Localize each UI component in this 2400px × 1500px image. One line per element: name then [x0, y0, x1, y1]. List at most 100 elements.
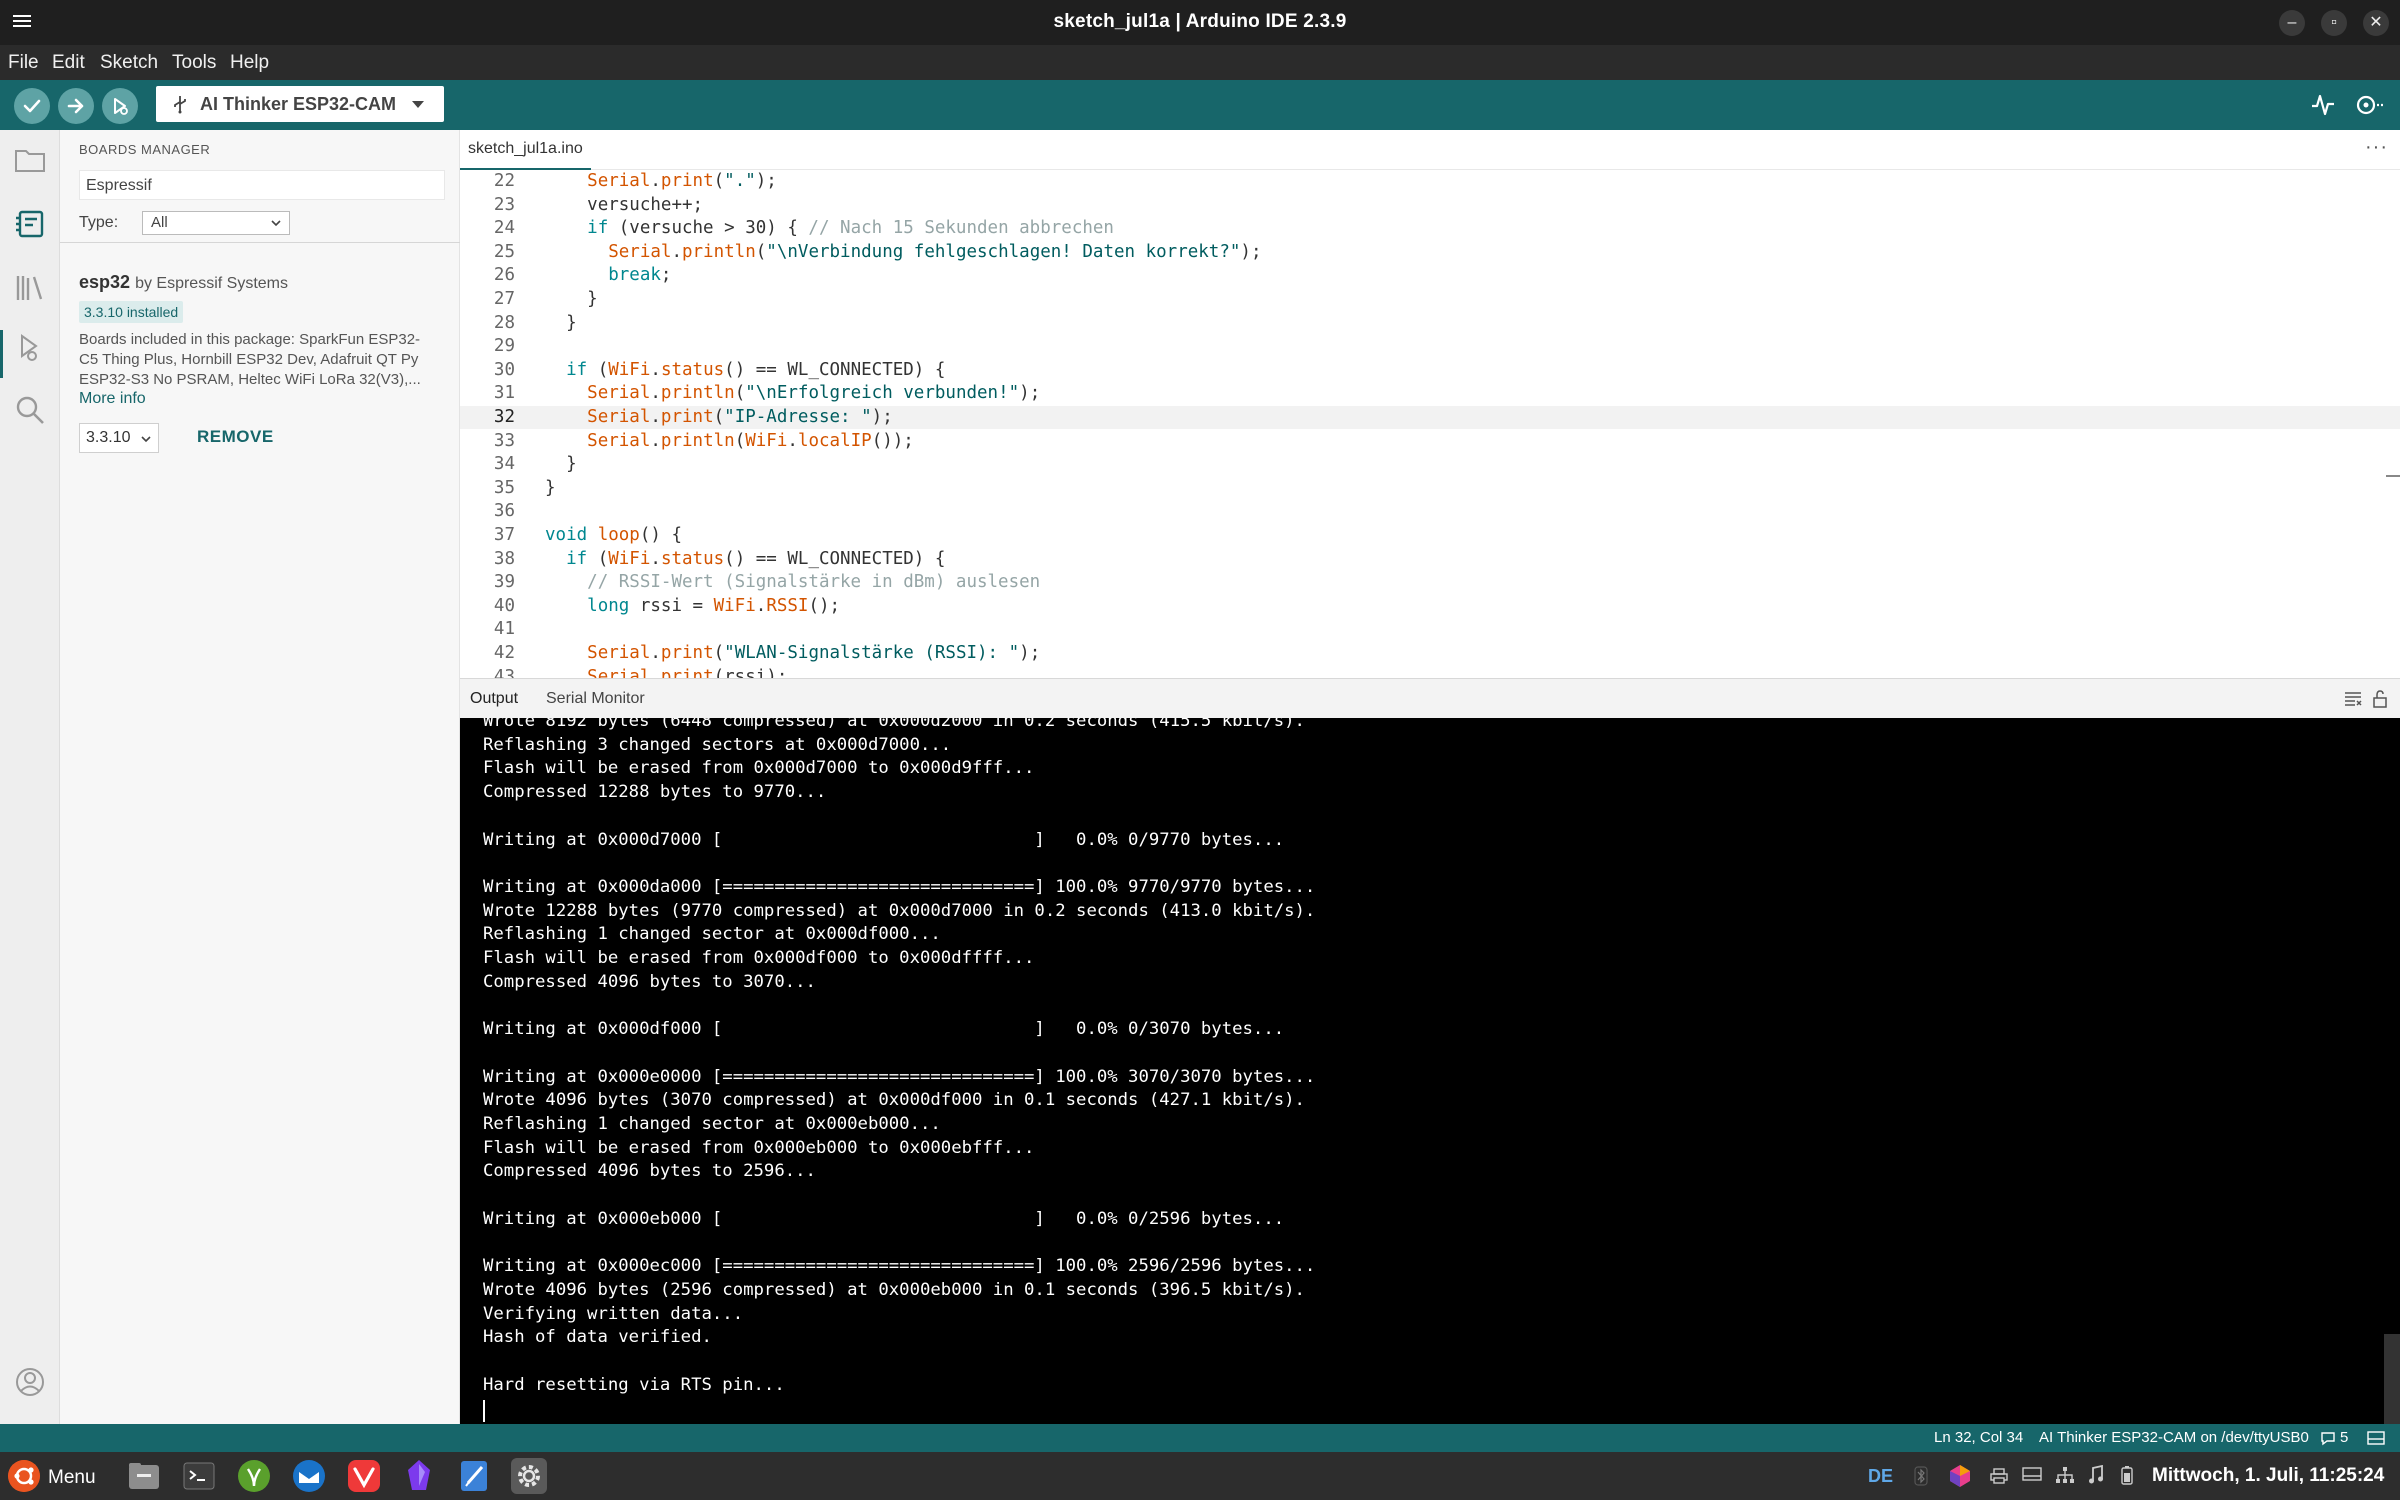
chevron-down-icon	[412, 101, 424, 108]
usb-icon	[174, 96, 186, 114]
code-line[interactable]: 34 }	[460, 453, 2400, 476]
code-text: break;	[545, 264, 671, 287]
code-text: if (WiFi.status() == WL_CONNECTED) {	[545, 359, 945, 382]
code-line[interactable]: 33 Serial.println(WiFi.localIP());	[460, 430, 2400, 453]
boards-search-input[interactable]: Espressif	[79, 170, 445, 200]
minimize-button[interactable]: –	[2279, 10, 2305, 36]
menu-help[interactable]: Help	[230, 52, 269, 74]
music-note-icon[interactable]	[2088, 1465, 2104, 1485]
output-console[interactable]: Wrote 8192 bytes (6448 compressed) at 0x…	[460, 718, 2400, 1424]
code-line[interactable]: 40 long rssi = WiFi.RSSI();	[460, 595, 2400, 618]
app-launcher-green-icon[interactable]	[236, 1458, 272, 1494]
code-token: Serial	[587, 666, 651, 678]
code-line[interactable]: 30 if (WiFi.status() == WL_CONNECTED) {	[460, 359, 2400, 382]
verify-button[interactable]	[14, 88, 50, 124]
code-line[interactable]: 36	[460, 500, 2400, 523]
code-line[interactable]: 27 }	[460, 288, 2400, 311]
upload-button[interactable]	[58, 88, 94, 124]
code-line[interactable]: 28 }	[460, 312, 2400, 335]
code-token: "\nVerbindung fehlgeschlagen! Daten korr…	[766, 241, 1241, 262]
code-line[interactable]: 25 Serial.println("\nVerbindung fehlgesc…	[460, 241, 2400, 264]
code-token: rssi =	[629, 595, 714, 616]
clock[interactable]: Mittwoch, 1. Juli, 11:25:24	[2152, 1465, 2384, 1487]
output-scrollbar[interactable]	[2384, 1334, 2400, 1424]
code-token: "IP-Adresse: "	[724, 407, 872, 427]
debug-button[interactable]	[102, 88, 138, 124]
menu-file[interactable]: File	[8, 52, 39, 74]
battery-icon[interactable]	[2121, 1465, 2133, 1485]
menu-edit[interactable]: Edit	[52, 52, 85, 74]
board-selector[interactable]: AI Thinker ESP32-CAM	[156, 86, 444, 122]
code-line[interactable]: 26 break;	[460, 264, 2400, 287]
tab-sketch-file[interactable]: sketch_jul1a.ino	[460, 130, 591, 170]
output-line: Reflashing 1 changed sector at 0x000df00…	[483, 924, 941, 945]
arrow-right-icon	[67, 98, 84, 114]
serial-plotter-icon[interactable]	[2310, 92, 2336, 118]
boards-manager-icon[interactable]	[12, 206, 48, 242]
close-button[interactable]: ✕	[2363, 10, 2389, 36]
code-text: void loop() {	[545, 524, 682, 547]
code-token: (	[587, 548, 609, 569]
menu-sketch[interactable]: Sketch	[100, 52, 158, 74]
serial-monitor-icon[interactable]	[2354, 92, 2386, 118]
more-info-link[interactable]: More info	[79, 390, 146, 408]
colorful-app-tray-icon[interactable]	[1948, 1464, 1972, 1488]
code-line[interactable]: 35}	[460, 477, 2400, 500]
remove-button[interactable]: REMOVE	[197, 427, 274, 447]
code-token: }	[566, 454, 577, 475]
code-token: // Nach 15 Sekunden abbrechen	[808, 218, 1114, 239]
board-port-status[interactable]: AI Thinker ESP32-CAM on /dev/ttyUSB0	[2039, 1429, 2309, 1446]
code-token: );	[1240, 241, 1262, 262]
text-editor-icon[interactable]	[456, 1458, 492, 1494]
display-icon[interactable]	[2022, 1467, 2042, 1483]
code-line[interactable]: 43 Serial.print(rssi);	[460, 666, 2400, 678]
code-line[interactable]: 41	[460, 618, 2400, 641]
files-app-icon[interactable]	[126, 1458, 162, 1494]
code-token: WiFi	[745, 430, 788, 451]
lock-scroll-icon[interactable]	[2372, 690, 2388, 708]
library-icon[interactable]	[12, 270, 48, 306]
version-select[interactable]: 3.3.10	[79, 423, 159, 453]
printer-icon[interactable]	[1990, 1468, 2008, 1484]
network-icon[interactable]	[2055, 1466, 2075, 1484]
code-line[interactable]: 37 void loop() {	[460, 524, 2400, 547]
window-title: sketch_jul1a | Arduino IDE 2.3.9	[1053, 11, 1347, 32]
boards-manager-panel: BOARDS MANAGER Espressif Type: All esp32…	[60, 130, 460, 1424]
thunderbird-icon[interactable]	[291, 1458, 327, 1494]
debug-sidebar-icon[interactable]	[12, 330, 48, 366]
code-editor[interactable]: 22 Serial.print("."); 23 versuche++; 24 if…	[460, 170, 2400, 678]
code-token: WiFi	[608, 359, 651, 380]
terminal-app-icon[interactable]	[181, 1458, 217, 1494]
obsidian-icon[interactable]	[401, 1458, 437, 1494]
code-line[interactable]: 22 Serial.print(".");	[460, 170, 2400, 193]
clear-output-icon[interactable]	[2344, 691, 2362, 707]
cursor-position[interactable]: Ln 32, Col 34	[1934, 1429, 2023, 1446]
more-actions-icon[interactable]: ···	[2365, 136, 2388, 159]
tab-output[interactable]: Output	[470, 690, 518, 708]
code-line[interactable]: 38 if (WiFi.status() == WL_CONNECTED) {	[460, 548, 2400, 571]
notifications-icon[interactable]	[2320, 1430, 2336, 1446]
account-icon[interactable]	[12, 1364, 48, 1400]
menu-tools[interactable]: Tools	[172, 52, 216, 74]
code-line[interactable]: 39 // RSSI-Wert (Signalstärke in dBm) au…	[460, 571, 2400, 594]
maximize-button[interactable]: ▫	[2321, 10, 2347, 36]
keyboard-layout-indicator[interactable]: DE	[1868, 1466, 1893, 1487]
bluetooth-icon[interactable]	[1914, 1466, 1928, 1486]
code-token: Serial	[587, 171, 651, 191]
code-line[interactable]: 29	[460, 335, 2400, 358]
code-line[interactable]: 42 Serial.print("WLAN-Signalstärke (RSSI…	[460, 642, 2400, 665]
toggle-panel-icon[interactable]	[2367, 1431, 2385, 1445]
arduino-ide-taskbar-item[interactable]	[511, 1458, 547, 1494]
package-title: esp32 by Espressif Systems	[79, 272, 288, 293]
vivaldi-browser-icon[interactable]	[346, 1458, 382, 1494]
tab-serial-monitor[interactable]: Serial Monitor	[546, 690, 645, 708]
search-icon[interactable]	[12, 392, 48, 428]
code-line[interactable]: 31 Serial.println("\nErfolgreich verbund…	[460, 382, 2400, 405]
code-text: if (WiFi.status() == WL_CONNECTED) {	[545, 548, 945, 571]
code-line[interactable]: 24 if (versuche > 30) { // Nach 15 Sekun…	[460, 217, 2400, 240]
type-filter-select[interactable]: All	[142, 211, 290, 235]
code-line[interactable]: 23 versuche++;	[460, 194, 2400, 217]
notifications-count[interactable]: 5	[2340, 1429, 2348, 1446]
code-line[interactable]: 32 Serial.print("IP-Adresse: ");	[460, 406, 2400, 429]
folder-icon[interactable]	[12, 142, 48, 178]
